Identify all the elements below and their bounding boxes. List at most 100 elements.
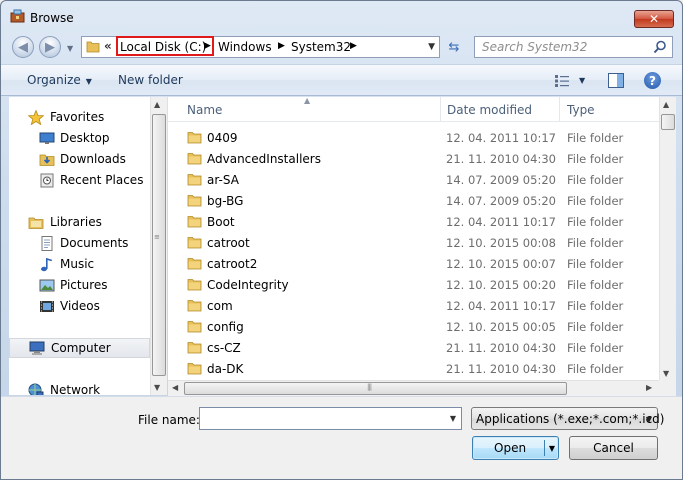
table-row[interactable]: Boot 12. 04. 2011 10:17 File folder bbox=[168, 211, 659, 232]
folder-icon bbox=[187, 174, 202, 186]
file-name: AdvancedInstallers bbox=[207, 152, 321, 166]
scroll-down-icon[interactable]: ▼ bbox=[154, 383, 160, 392]
address-bar[interactable]: « Local Disk (C:) ▶ Windows ▶ System32 ▶… bbox=[81, 36, 440, 58]
table-row[interactable]: da-DK 21. 11. 2010 04:30 File folder bbox=[168, 358, 659, 379]
new-folder-button[interactable]: New folder bbox=[118, 73, 183, 87]
folder-icon bbox=[187, 132, 202, 144]
chevron-down-icon: ▼ bbox=[645, 415, 652, 424]
breadcrumb-arrow-icon[interactable]: ▶ bbox=[278, 41, 285, 51]
forward-button[interactable]: ▶ bbox=[39, 36, 61, 58]
sidebar-item-music[interactable]: Music bbox=[9, 254, 150, 274]
sidebar-item-label: Videos bbox=[60, 299, 100, 313]
overflow-chevron-icon[interactable]: « bbox=[104, 39, 112, 53]
file-name: Boot bbox=[207, 215, 235, 229]
sidebar-item-recent-places[interactable]: Recent Places bbox=[9, 170, 150, 190]
scroll-thumb[interactable] bbox=[661, 114, 675, 130]
file-name: CodeIntegrity bbox=[207, 278, 289, 292]
file-name: ar-SA bbox=[207, 173, 239, 187]
open-options-dropdown[interactable]: ▼ bbox=[549, 444, 555, 453]
sidebar-item-label: Downloads bbox=[60, 152, 126, 166]
file-list-horizontal-scrollbar[interactable]: ◀ ||| ▶ bbox=[168, 380, 659, 396]
sidebar-item-libraries[interactable]: Libraries bbox=[9, 212, 150, 232]
file-name-input[interactable] bbox=[202, 409, 442, 429]
sidebar-item-label: Recent Places bbox=[60, 173, 144, 187]
table-row[interactable]: catroot 12. 10. 2015 00:08 File folder bbox=[168, 232, 659, 253]
sidebar-item-videos[interactable]: Videos bbox=[9, 296, 150, 316]
address-dropdown-icon[interactable]: ▼ bbox=[428, 42, 435, 52]
sort-ascending-icon: ▲ bbox=[304, 97, 311, 105]
scroll-up-icon[interactable]: ▲ bbox=[154, 100, 160, 109]
table-row[interactable]: bg-BG 14. 07. 2009 05:20 File folder bbox=[168, 190, 659, 211]
sidebar-item-pictures[interactable]: Pictures bbox=[9, 275, 150, 295]
command-toolbar: Organize ▼ New folder ▼ ? bbox=[1, 64, 682, 96]
file-list-vertical-scrollbar[interactable]: ▲ ▼ bbox=[659, 97, 676, 380]
folder-icon bbox=[187, 279, 202, 291]
scroll-right-icon[interactable]: ▶ bbox=[646, 383, 652, 392]
open-button[interactable]: Open ▼ bbox=[472, 436, 559, 460]
file-name: 0409 bbox=[207, 131, 238, 145]
grip-icon: ≡ bbox=[154, 233, 160, 241]
table-row[interactable]: 0409 12. 04. 2011 10:17 File folder bbox=[168, 127, 659, 148]
file-type-filter[interactable]: Applications (*.exe;*.com;*.icd) ▼ bbox=[471, 407, 664, 430]
chevron-down-icon[interactable]: ▼ bbox=[450, 414, 456, 423]
column-header-name[interactable]: Name bbox=[187, 103, 222, 117]
column-divider[interactable] bbox=[440, 97, 441, 121]
scroll-thumb[interactable] bbox=[184, 382, 567, 395]
downloads-icon bbox=[39, 154, 55, 166]
file-type: File folder bbox=[567, 299, 624, 313]
sidebar-item-label: Pictures bbox=[60, 278, 108, 292]
organize-button[interactable]: Organize ▼ bbox=[27, 73, 92, 87]
sidebar-item-computer[interactable]: Computer bbox=[9, 338, 150, 358]
change-view-icon[interactable] bbox=[554, 74, 570, 88]
sidebar-item-label: Documents bbox=[60, 236, 129, 250]
help-button[interactable]: ? bbox=[644, 72, 661, 89]
sidebar-item-label: Libraries bbox=[50, 215, 102, 229]
refresh-button[interactable]: ⇆ bbox=[444, 38, 464, 56]
search-icon[interactable] bbox=[653, 40, 667, 54]
refresh-icon: ⇆ bbox=[448, 39, 460, 55]
sidebar-item-favorites[interactable]: Favorites bbox=[9, 107, 150, 127]
breadcrumb-windows[interactable]: Windows bbox=[218, 40, 272, 54]
navigation-bar: ◀ ▶ ▼ « Local Disk (C:) ▶ Windows ▶ Syst… bbox=[1, 31, 682, 63]
column-header-date[interactable]: Date modified bbox=[447, 103, 532, 117]
column-header-type[interactable]: Type bbox=[567, 103, 595, 117]
file-type: File folder bbox=[567, 215, 624, 229]
column-divider[interactable] bbox=[559, 97, 560, 121]
file-name: config bbox=[207, 320, 244, 334]
date-modified: 21. 11. 2010 04:30 bbox=[446, 362, 556, 376]
file-name: catroot bbox=[207, 236, 250, 250]
organize-label: Organize bbox=[27, 73, 81, 87]
date-modified: 14. 07. 2009 05:20 bbox=[446, 173, 556, 187]
scroll-up-icon[interactable]: ▲ bbox=[663, 100, 669, 109]
folder-icon bbox=[187, 153, 202, 165]
back-button[interactable]: ◀ bbox=[12, 36, 34, 58]
sidebar-item-network[interactable]: Network bbox=[9, 380, 150, 395]
cancel-button[interactable]: Cancel bbox=[569, 436, 658, 460]
table-row[interactable]: com 12. 04. 2011 10:17 File folder bbox=[168, 295, 659, 316]
table-row[interactable]: config 12. 10. 2015 00:05 File folder bbox=[168, 316, 659, 337]
table-row[interactable]: ar-SA 14. 07. 2009 05:20 File folder bbox=[168, 169, 659, 190]
breadcrumb-local-disk[interactable]: Local Disk (C:) bbox=[120, 40, 206, 54]
breadcrumb-arrow-icon[interactable]: ▶ bbox=[204, 41, 211, 51]
breadcrumb-system32[interactable]: System32 bbox=[291, 40, 351, 54]
close-button[interactable]: ✕ bbox=[634, 10, 674, 28]
preview-pane-icon[interactable] bbox=[608, 73, 624, 88]
view-options-dropdown[interactable]: ▼ bbox=[579, 76, 585, 85]
scroll-thumb[interactable] bbox=[152, 114, 166, 376]
breadcrumb-arrow-icon[interactable]: ▶ bbox=[350, 41, 357, 51]
sidebar-item-desktop[interactable]: Desktop bbox=[9, 128, 150, 148]
sidebar-item-documents[interactable]: Documents bbox=[9, 233, 150, 253]
search-box[interactable]: Search System32 bbox=[474, 36, 673, 58]
file-name-combobox[interactable]: ▼ bbox=[199, 407, 462, 430]
sidebar-item-downloads[interactable]: Downloads bbox=[9, 149, 150, 169]
table-row[interactable]: catroot2 12. 10. 2015 00:07 File folder bbox=[168, 253, 659, 274]
table-row[interactable]: cs-CZ 21. 11. 2010 04:30 File folder bbox=[168, 337, 659, 358]
table-row[interactable]: CodeIntegrity 12. 10. 2015 00:20 File fold… bbox=[168, 274, 659, 295]
folder-icon bbox=[187, 195, 202, 207]
recent-locations-dropdown[interactable]: ▼ bbox=[67, 44, 73, 53]
navigation-scrollbar[interactable]: ▲ ≡ ▼ bbox=[150, 97, 167, 395]
scroll-left-icon[interactable]: ◀ bbox=[172, 383, 178, 392]
table-row[interactable]: AdvancedInstallers 21. 11. 2010 04:30 File… bbox=[168, 148, 659, 169]
scroll-down-icon[interactable]: ▼ bbox=[663, 369, 669, 378]
folder-icon bbox=[187, 321, 202, 333]
